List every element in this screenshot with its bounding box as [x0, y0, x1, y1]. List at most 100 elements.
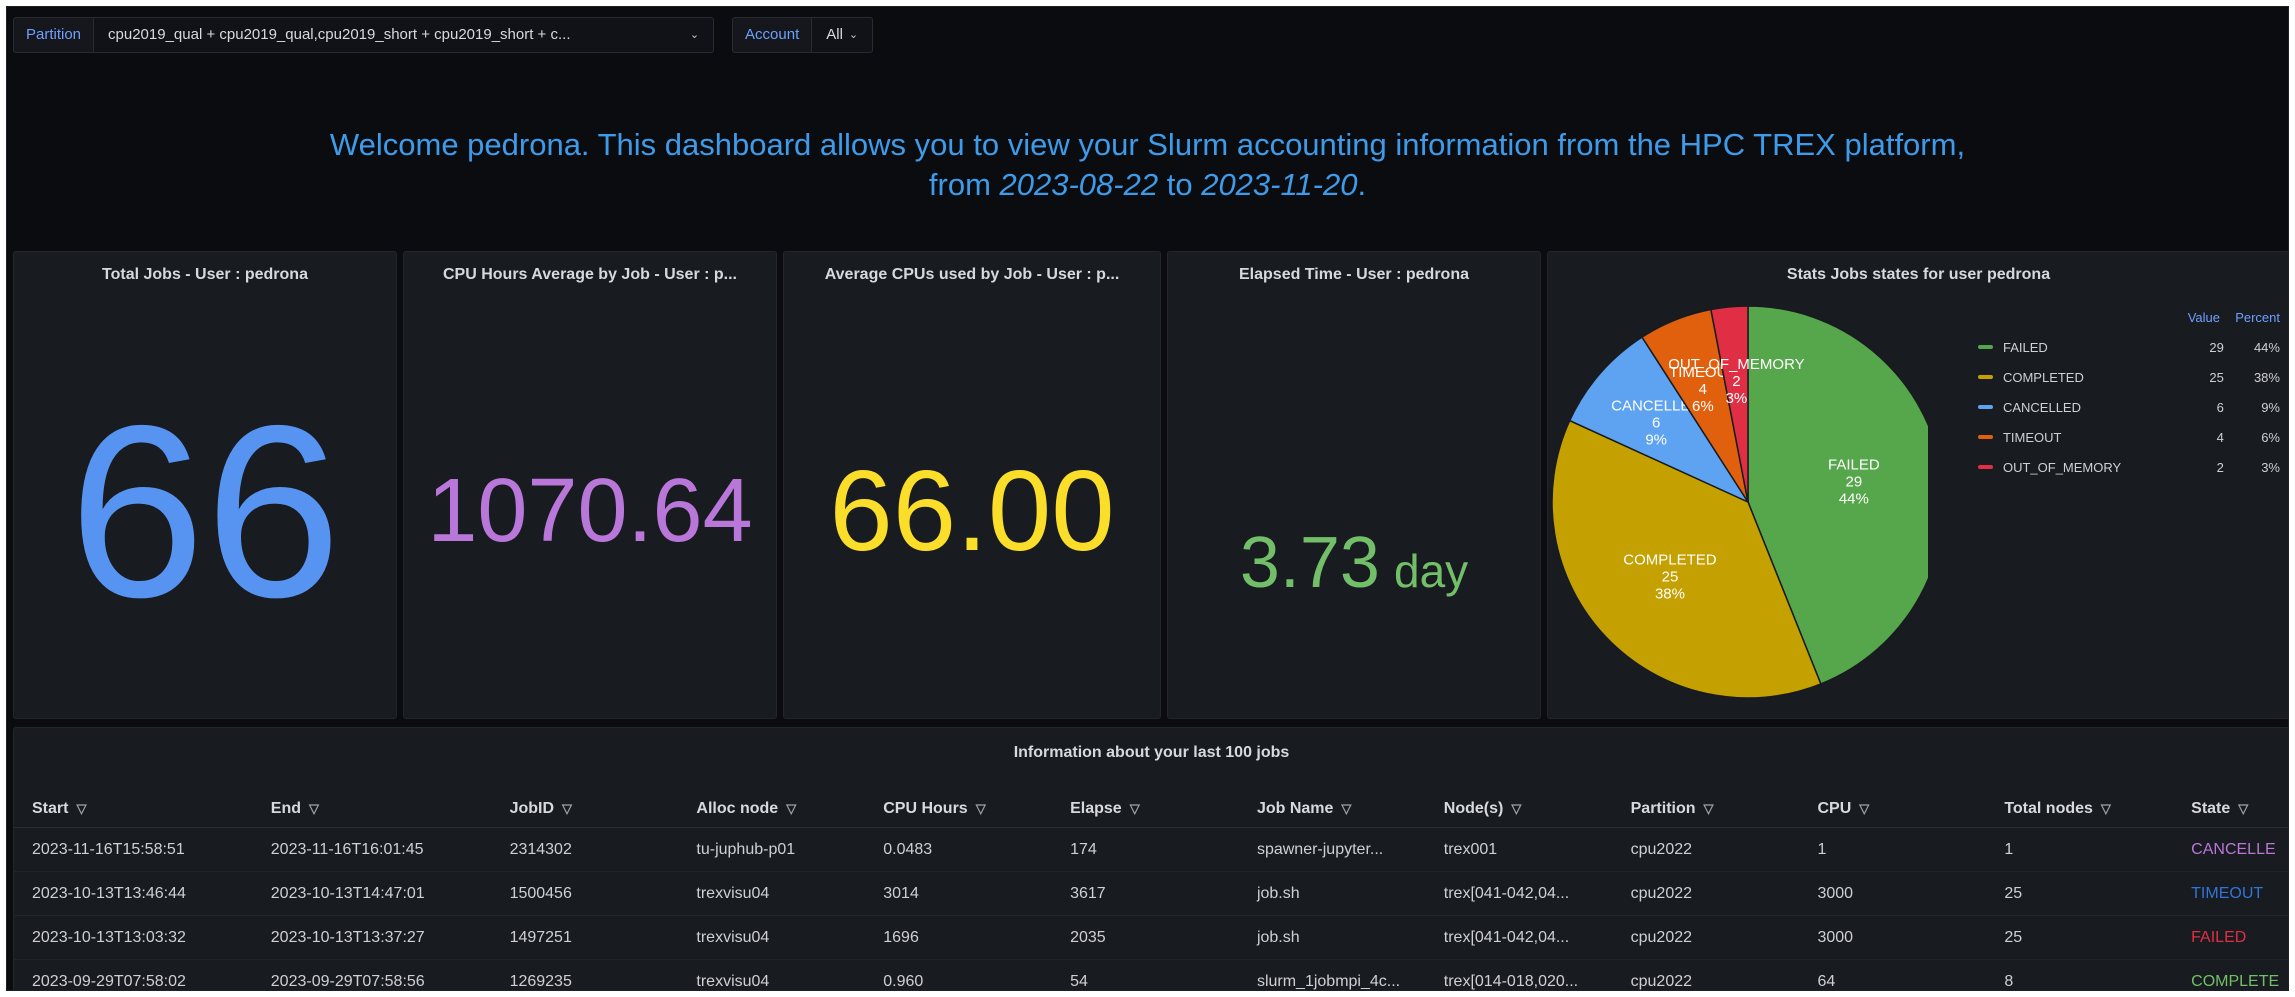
column-header-start[interactable]: Start ▽ [14, 790, 253, 827]
filter-icon[interactable]: ▽ [976, 801, 986, 817]
column-header-job-name[interactable]: Job Name ▽ [1239, 790, 1426, 827]
panel-job-states[interactable]: Stats Jobs states for user pedrona FAILE… [1547, 251, 2288, 719]
table-row[interactable]: 2023-11-16T15:58:51 2023-11-16T16:01:45 23… [14, 828, 2288, 872]
stat-container: 66.00 [784, 252, 1160, 718]
legend-value: 4 [2216, 429, 2224, 445]
legend-item-out-of-memory[interactable]: OUT_OF_MEMORY 2 3% [1978, 452, 2280, 482]
partition-label: Partition [13, 17, 95, 53]
table-cell-jobid: 1269235 [509, 972, 572, 990]
filter-icon[interactable]: ▽ [76, 801, 86, 817]
table-header: Start ▽ End ▽ JobID ▽ Alloc node ▽ CPU Hours ▽ Ela… [14, 790, 2288, 828]
table-row[interactable]: 2023-10-13T13:03:32 2023-10-13T13:37:27 14… [14, 916, 2288, 960]
table-cell-node-s: trex001 [1443, 840, 1498, 858]
legend-name: TIMEOUT [2002, 429, 2062, 445]
column-header-jobid[interactable]: JobID ▽ [492, 790, 679, 827]
pie-label-cancelled-percent: 9% [1645, 431, 1667, 448]
table-cell-cpu: 3000 [1817, 928, 1854, 946]
legend-value: 29 [2209, 339, 2224, 355]
filter-icon[interactable]: ▽ [309, 801, 319, 817]
account-select[interactable]: All ⌄ [812, 17, 874, 53]
column-header-partition[interactable]: Partition ▽ [1613, 790, 1800, 827]
column-header-total-nodes[interactable]: Total nodes ▽ [1986, 790, 2173, 827]
table-cell-jobid: 1497251 [509, 928, 572, 946]
stat-container: 1070.64 [404, 252, 776, 718]
legend-percent: 38% [2253, 369, 2280, 385]
legend-header: Value Percent [1978, 310, 2280, 332]
legend-item-timeout[interactable]: TIMEOUT 4 6% [1978, 422, 2280, 452]
stat-container: 66 [14, 252, 396, 718]
table-cell-cpu: 1 [1817, 840, 1827, 858]
legend-name: COMPLETED [2002, 369, 2084, 385]
end-date: 2023-11-20 [1201, 167, 1358, 202]
pie-label-failed-name: FAILED [1828, 457, 1880, 474]
table-cell-cpu-hours: 3014 [883, 884, 919, 902]
filter-icon[interactable]: ▽ [1130, 801, 1140, 817]
column-header-cpu-hours[interactable]: CPU Hours ▽ [865, 790, 1052, 827]
table-cell-start: 2023-11-16T15:58:51 [32, 840, 185, 858]
legend-rows: FAILED 29 44% COMPLETED 25 38% CANCELLED 6 9% TIM… [1978, 332, 2280, 482]
table-cell-alloc-node: trexvisu04 [696, 972, 770, 990]
filter-icon[interactable]: ▽ [562, 801, 572, 817]
column-header-cpu[interactable]: CPU ▽ [1799, 790, 1986, 827]
column-header-node-s[interactable]: Node(s) ▽ [1426, 790, 1613, 827]
legend-item-failed[interactable]: FAILED 29 44% [1978, 332, 2280, 362]
panel-jobs-table[interactable]: Information about your last 100 jobs Sta… [13, 727, 2288, 990]
column-header-state[interactable]: State ▽ [2173, 790, 2288, 827]
legend-percent-header: Percent [2235, 310, 2280, 325]
pie-chart: FAILED2944%COMPLETED2538%CANCELLED69%TIM… [1551, 305, 1928, 699]
table-cell-end: 2023-10-13T13:37:27 [270, 928, 425, 946]
welcome-line-2: from 2023-08-22 to 2023-11-20. [7, 165, 2288, 205]
pie-label-completed-name: COMPLETED [1623, 551, 1717, 568]
panel-elapsed-time[interactable]: Elapsed Time - User : pedrona 3.73 day [1167, 251, 1541, 719]
filter-icon[interactable]: ▽ [1859, 801, 1869, 817]
table-cell-state: FAILED [2191, 928, 2247, 946]
account-label: Account [732, 17, 813, 53]
partition-select[interactable]: cpu2019_qual + cpu2019_qual,cpu2019_shor… [94, 17, 715, 53]
table-cell-total-nodes: 1 [2004, 840, 2014, 858]
table-cell-end: 2023-09-29T07:58:56 [270, 972, 425, 990]
table-row[interactable]: 2023-10-13T13:46:44 2023-10-13T14:47:01 15… [14, 872, 2288, 916]
pie-label-failed-percent: 44% [1839, 491, 1869, 508]
column-header-alloc-node[interactable]: Alloc node ▽ [678, 790, 865, 827]
table-cell-total-nodes: 25 [2004, 884, 2023, 902]
legend-swatch [1978, 405, 1993, 409]
table-row[interactable]: 2023-09-29T07:58:02 2023-09-29T07:58:56 12… [14, 960, 2288, 990]
stat-value: 1070.64 [427, 460, 753, 561]
filter-icon[interactable]: ▽ [1341, 801, 1351, 817]
column-header-end[interactable]: End ▽ [253, 790, 492, 827]
filter-icon[interactable]: ▽ [1511, 801, 1521, 817]
legend-value: 2 [2216, 459, 2224, 475]
legend-value: 25 [2209, 369, 2224, 385]
welcome-text: Welcome pedrona. This dashboard allows y… [7, 125, 2288, 205]
pie-label-out-of-memory-value: 2 [1732, 373, 1740, 390]
panel-cpu-hours[interactable]: CPU Hours Average by Job - User : p... 1… [403, 251, 777, 719]
pie-legend: Value Percent FAILED 29 44% COMPLETED 25 38% C… [1978, 310, 2280, 482]
table-cell-state: TIMEOUT [2191, 884, 2264, 902]
legend-item-completed[interactable]: COMPLETED 25 38% [1978, 362, 2280, 392]
column-header-label: Job Name [1256, 799, 1334, 817]
panel-average-cpus[interactable]: Average CPUs used by Job - User : p... 6… [783, 251, 1161, 719]
pie-label-completed-percent: 38% [1655, 585, 1685, 602]
legend-swatch [1978, 375, 1993, 379]
start-date: 2023-08-22 [999, 167, 1159, 202]
legend-item-cancelled[interactable]: CANCELLED 6 9% [1978, 392, 2280, 422]
table-cell-cpu-hours: 0.960 [883, 972, 924, 990]
stat-container: 3.73 day [1168, 252, 1540, 718]
table-cell-alloc-node: trexvisu04 [696, 928, 770, 946]
table-cell-elapse: 2035 [1070, 928, 1106, 946]
stat-value: 3.73 [1239, 523, 1380, 603]
filter-icon[interactable]: ▽ [2238, 801, 2248, 817]
filter-icon[interactable]: ▽ [2101, 801, 2111, 817]
table-cell-end: 2023-11-16T16:01:45 [270, 840, 424, 858]
column-header-label: CPU Hours [883, 799, 968, 817]
column-header-label: Partition [1630, 799, 1696, 817]
column-header-label: Alloc node [696, 799, 779, 817]
filter-icon[interactable]: ▽ [786, 801, 796, 817]
legend-swatch [1978, 345, 1993, 349]
panel-total-jobs[interactable]: Total Jobs - User : pedrona 66 [13, 251, 397, 719]
legend-percent: 6% [2261, 429, 2280, 445]
table-cell-partition: cpu2022 [1630, 972, 1693, 990]
filter-icon[interactable]: ▽ [1704, 801, 1714, 817]
column-header-elapse[interactable]: Elapse ▽ [1052, 790, 1239, 827]
variable-bar: Partition cpu2019_qual + cpu2019_qual,cp… [13, 17, 874, 53]
